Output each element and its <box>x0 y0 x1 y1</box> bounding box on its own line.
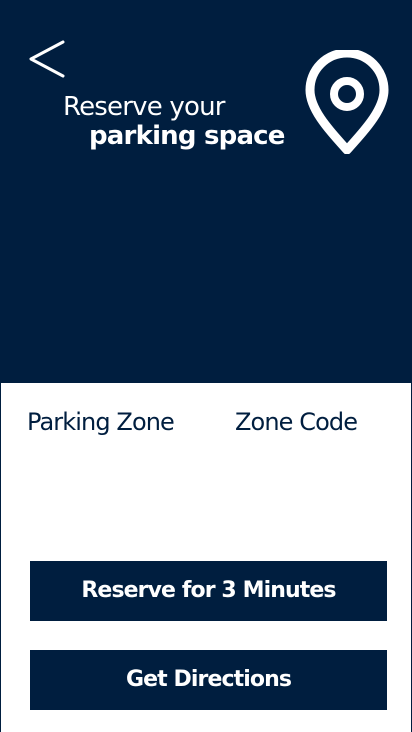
zone-code-label: Zone Code <box>235 408 358 436</box>
location-pin-icon <box>305 50 389 154</box>
parking-zone-label: Parking Zone <box>27 408 175 436</box>
back-button[interactable] <box>23 36 71 84</box>
reserve-button[interactable]: Reserve for 3 Minutes <box>30 561 387 621</box>
chevron-left-icon <box>29 40 65 78</box>
page-title-line2: parking space <box>89 121 285 151</box>
get-directions-button[interactable]: Get Directions <box>30 650 387 710</box>
reserve-parking-screen: Reserve your parking space Parking Zone … <box>0 0 412 732</box>
header-banner: Reserve your parking space <box>1 0 412 383</box>
